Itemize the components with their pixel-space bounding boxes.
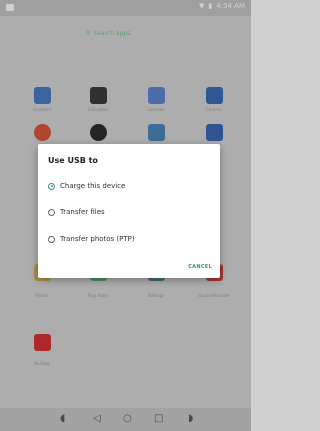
- option-label: Charge this device: [60, 182, 126, 190]
- option-charge[interactable]: Charge this device: [48, 182, 125, 190]
- radio-icon: [48, 208, 55, 216]
- option-transfer-photos[interactable]: Transfer photos (PTP): [48, 235, 135, 243]
- cancel-button[interactable]: CANCEL: [188, 264, 212, 270]
- radio-icon: [48, 235, 55, 243]
- option-label: Transfer photos (PTP): [60, 235, 135, 243]
- option-transfer-files[interactable]: Transfer files: [48, 208, 105, 216]
- usb-dialog: Use USB to Charge this device Transfer f…: [38, 144, 220, 278]
- radio-selected-icon: [48, 182, 55, 190]
- option-label: Transfer files: [60, 208, 105, 216]
- dialog-title: Use USB to: [48, 156, 98, 165]
